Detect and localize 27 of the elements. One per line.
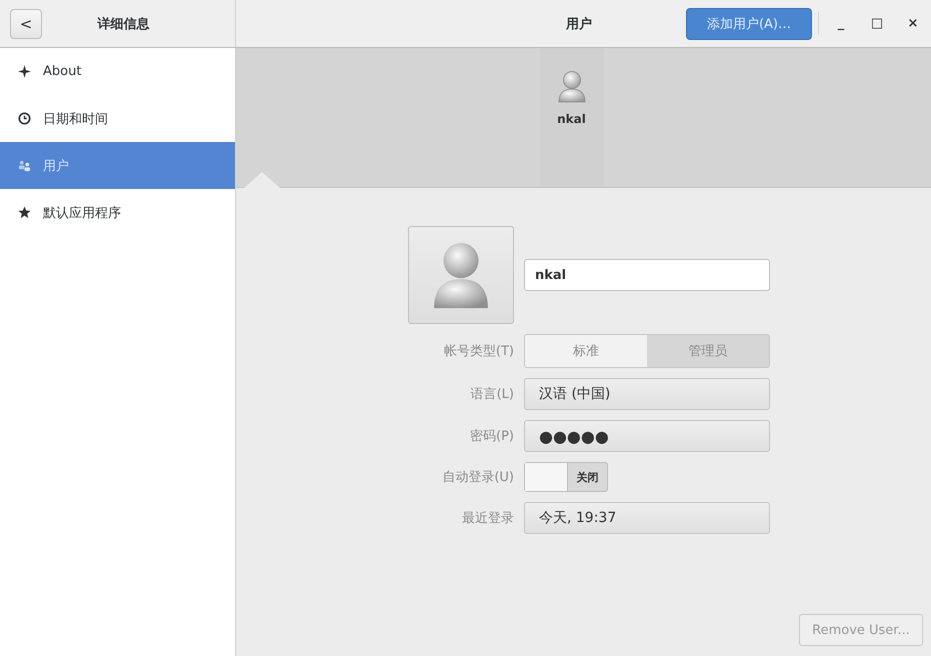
- panel-title: 详细信息: [96, 16, 150, 32]
- window-title: 用户: [566, 16, 592, 32]
- avatar-icon: [556, 70, 586, 104]
- maximize-button[interactable]: □: [859, 12, 895, 35]
- field-label: 语言(L): [470, 386, 514, 403]
- clock-icon: [18, 112, 31, 125]
- star-icon: [18, 206, 31, 219]
- field-label: 最近登录: [461, 510, 514, 527]
- sidebar-item[interactable]: 默认应用程序: [0, 189, 235, 236]
- field-label: 帐号类型(T): [442, 343, 514, 360]
- autologin-switch[interactable]: 关闭: [524, 462, 608, 492]
- field-label: 自动登录(U): [441, 469, 514, 486]
- name-field[interactable]: nkal: [524, 259, 770, 291]
- avatar-button[interactable]: [408, 226, 514, 324]
- close-button[interactable]: ×: [895, 12, 931, 35]
- minimize-button[interactable]: _: [823, 12, 859, 35]
- sidebar-item[interactable]: About: [0, 48, 235, 95]
- password-button[interactable]: ●●●●●: [524, 420, 770, 452]
- user-tile[interactable]: nkal: [540, 48, 604, 187]
- last-login-button[interactable]: 今天, 19:37: [524, 502, 770, 534]
- back-button[interactable]: <: [10, 8, 42, 38]
- field-label: 密码(P): [469, 428, 514, 445]
- sidebar-item[interactable]: 日期和时间: [0, 95, 235, 142]
- sparkle-icon: [18, 65, 31, 78]
- users-icon: [18, 159, 31, 172]
- selection-pointer: [244, 172, 280, 188]
- language-button[interactable]: 汉语 (中国): [524, 378, 770, 410]
